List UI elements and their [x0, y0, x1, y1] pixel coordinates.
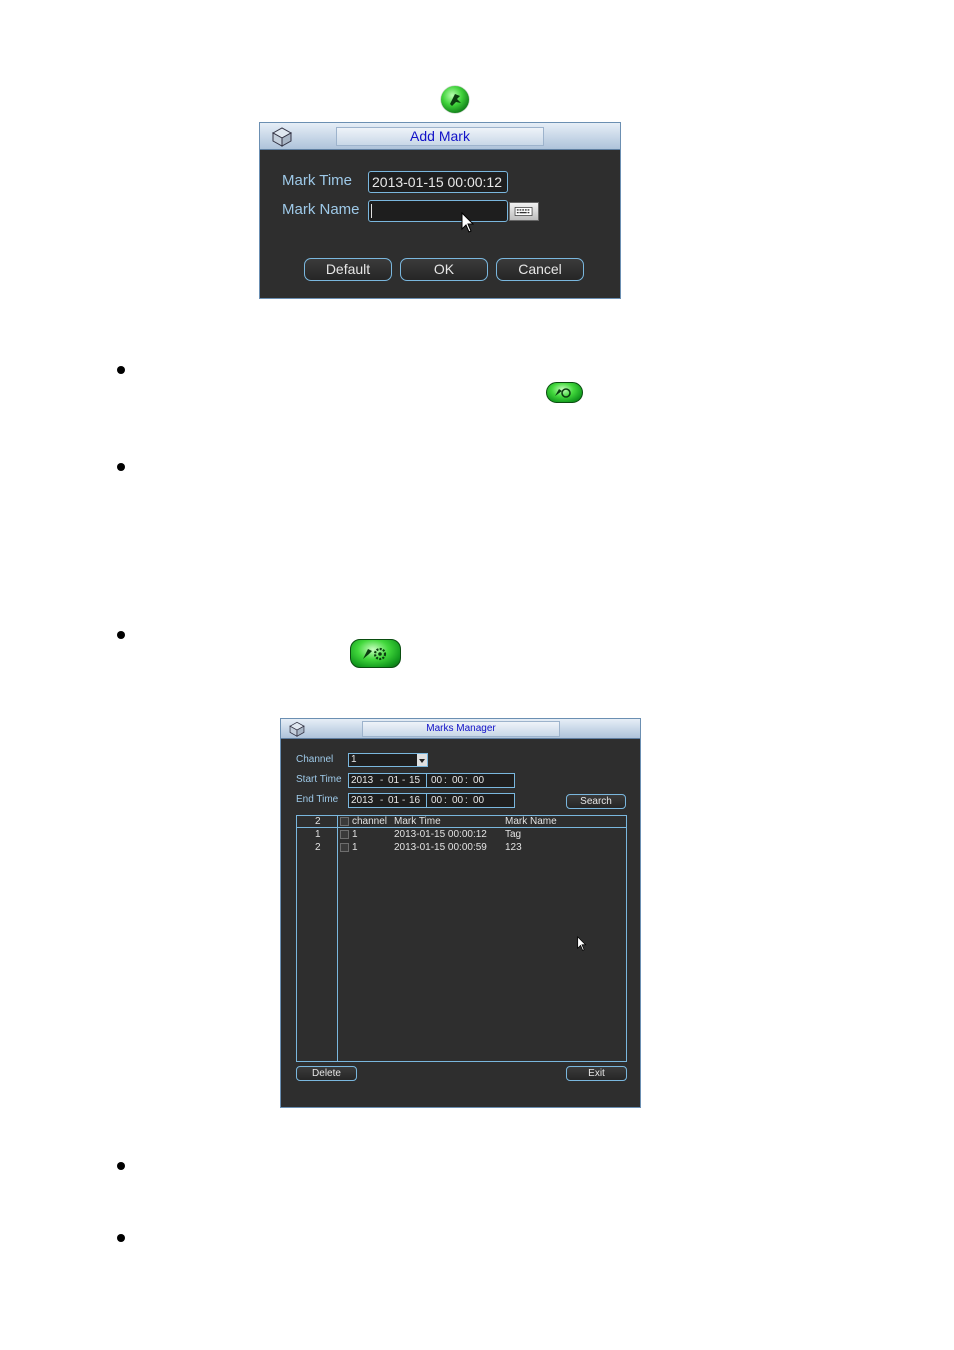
row-checkbox[interactable]: [340, 843, 349, 852]
start-year[interactable]: 2013: [351, 774, 373, 787]
marks-manager-titlebar: Marks Manager: [281, 719, 640, 739]
mark-manager-icon[interactable]: [350, 639, 401, 668]
start-hour[interactable]: 00: [431, 774, 442, 787]
bullet-4: [117, 1162, 125, 1170]
mark-name-input[interactable]: [368, 200, 508, 222]
channel-value: 1: [351, 754, 357, 765]
row-mark-time: 2013-01-15 00:00:12: [394, 829, 487, 840]
marks-table: 2 channel Mark Time Mark Name 1 1 2013-0…: [296, 815, 627, 1062]
start-minute[interactable]: 00: [452, 774, 463, 787]
header-mark-name: Mark Name: [505, 816, 557, 827]
start-day[interactable]: 15: [409, 774, 420, 787]
dialog-title: Marks Manager: [362, 721, 560, 737]
play-mark-icon[interactable]: [546, 382, 583, 403]
row-count: 2: [315, 816, 321, 827]
search-button[interactable]: Search: [566, 794, 626, 809]
start-time-field[interactable]: 2013 - 01 - 15 00 : 00 : 00: [348, 773, 515, 788]
end-time-field[interactable]: 2013 - 01 - 16 00 : 00 : 00: [348, 793, 515, 808]
row-checkbox[interactable]: [340, 830, 349, 839]
add-mark-titlebar: Add Mark: [260, 123, 620, 150]
exit-button[interactable]: Exit: [566, 1066, 627, 1081]
end-month[interactable]: 01: [388, 794, 399, 807]
add-mark-icon[interactable]: [441, 86, 469, 113]
row-channel: 1: [352, 829, 358, 840]
ok-button[interactable]: OK: [400, 258, 488, 281]
mark-name-label: Mark Name: [282, 201, 360, 218]
row-index: 2: [315, 842, 321, 853]
delete-button[interactable]: Delete: [296, 1066, 357, 1081]
header-mark-time: Mark Time: [394, 816, 441, 827]
end-day[interactable]: 16: [409, 794, 420, 807]
add-mark-dialog: Add Mark Mark Time 2013-01-15 00:00:12 M…: [259, 122, 621, 299]
start-second[interactable]: 00: [473, 774, 484, 787]
end-second[interactable]: 00: [473, 794, 484, 807]
chevron-down-icon[interactable]: [417, 754, 427, 766]
end-time-label: End Time: [296, 794, 339, 805]
row-channel: 1: [352, 842, 358, 853]
row-mark-name: Tag: [505, 829, 522, 840]
mark-time-field[interactable]: 2013-01-15 00:00:12: [368, 171, 508, 193]
text-caret: [371, 204, 372, 218]
channel-select[interactable]: 1: [348, 753, 428, 767]
index-column-divider: [337, 816, 338, 1061]
bullet-2: [117, 463, 125, 471]
row-index: 1: [315, 829, 321, 840]
end-hour[interactable]: 00: [431, 794, 442, 807]
row-mark-name: 123: [505, 842, 522, 853]
bullet-1: [117, 366, 125, 374]
default-button[interactable]: Default: [304, 258, 392, 281]
start-time-label: Start Time: [296, 774, 342, 785]
app-logo-icon: [270, 125, 294, 147]
channel-label: Channel: [296, 754, 334, 765]
bullet-5: [117, 1234, 125, 1242]
start-month[interactable]: 01: [388, 774, 399, 787]
end-minute[interactable]: 00: [452, 794, 463, 807]
mouse-cursor-icon: [461, 211, 475, 234]
row-mark-time: 2013-01-15 00:00:59: [394, 842, 487, 853]
select-all-checkbox[interactable]: [340, 817, 349, 826]
cancel-button[interactable]: Cancel: [496, 258, 584, 281]
mark-time-label: Mark Time: [282, 172, 353, 189]
end-year[interactable]: 2013: [351, 794, 373, 807]
marks-manager-dialog: Marks Manager Channel 1 Start Time 2013 …: [280, 718, 641, 1108]
app-logo-icon: [287, 720, 307, 737]
keyboard-icon[interactable]: [509, 202, 539, 221]
table-header-divider: [297, 827, 626, 828]
bullet-3: [117, 631, 125, 639]
dialog-title: Add Mark: [336, 127, 544, 146]
mouse-cursor-icon: [577, 935, 587, 952]
header-channel: channel: [352, 816, 388, 827]
